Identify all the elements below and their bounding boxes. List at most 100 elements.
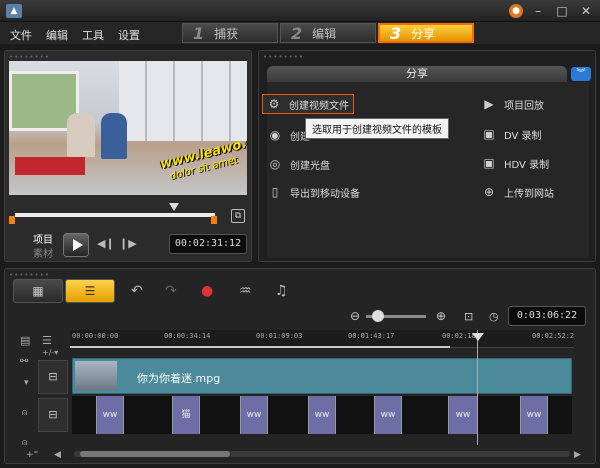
dv-record-button[interactable]: ▣ DV 录制 [480,126,542,142]
ripple-edit-icon[interactable]: ⚯ [20,356,28,367]
auto-music-icon[interactable]: ♫ [275,283,288,299]
ruler-tick: 00:02:52:2 [532,332,575,340]
create-disc-button[interactable]: ◎ 创建光盘 [266,156,330,172]
mobile-device-icon: ▯ [271,185,279,199]
next-frame-icon[interactable]: ❙▶ [119,237,137,250]
zoom-out-icon[interactable]: ⊖ [350,309,360,323]
ruler-tick: 00:00:00:00 [72,332,119,340]
share-item-label: 创建视频文件 [289,100,349,112]
menu-edit[interactable]: 编辑 [46,27,68,43]
add-track-button[interactable]: +⁼ [26,450,38,460]
trim-start-handle[interactable] [9,216,15,224]
ulead-menu-icon[interactable]: ● [509,4,523,18]
disc-icon: ◎ [269,157,281,171]
previous-frame-icon[interactable]: ◀❙ [97,237,115,250]
expand-icon[interactable]: ▾ [24,378,29,388]
share-header: 分享 [267,66,567,82]
scrub-thumb[interactable] [169,203,179,211]
preview-panel: •••••••• www.leawo.cn dolor sit amet ⧉ 项… [4,50,252,262]
timeline-scrollbar[interactable] [74,451,570,457]
overlay-track[interactable]: ww 猫 ww ww ww ww ww [72,396,572,434]
step-label: 编辑 [312,26,337,41]
overlay-clip[interactable]: ww [520,396,548,434]
undo-icon[interactable]: ↶ [131,283,143,299]
overlay-clip[interactable]: ww [240,396,268,434]
record-capture-icon[interactable]: ● [201,283,213,299]
step-number: 1 [193,23,205,43]
menu-settings[interactable]: 设置 [118,27,140,43]
video-clip[interactable]: 你为你着迷.mpg [72,358,572,394]
panel-grip[interactable]: •••••••• [9,271,50,279]
share-item-label: 导出到移动设备 [290,188,360,200]
create-video-file-button[interactable]: ⚙ 创建视频文件 [262,94,354,114]
zoom-in-icon[interactable]: ⊕ [436,309,446,323]
chapter-list-icon[interactable]: ☰ [42,334,52,347]
duration-clock-icon: ◷ [489,310,499,323]
project-duration-timecode[interactable]: 0:03:06:22 [508,306,586,326]
scene-object [15,157,85,175]
project-playback-button[interactable]: ▶ 项目回放 [480,96,544,112]
mode-clip-label[interactable]: 素材 [33,245,53,260]
workflow-steps: 1 捕获 2 编辑 3 分享 [182,22,594,44]
clip-name: 你为你着迷.mpg [137,372,221,385]
scene-person [67,113,95,157]
export-mobile-button[interactable]: ▯ 导出到移动设备 [266,184,360,200]
add-track-dropdown[interactable]: +/-▾ [42,348,58,357]
redo-icon[interactable]: ↷ [165,283,177,299]
overlay-clip[interactable]: ww [448,396,478,434]
menu-file[interactable]: 文件 [10,27,32,43]
globe-icon: ⊕ [483,185,495,199]
clip-thumbnail [75,361,117,391]
video-track-header[interactable]: ⊟ [38,360,68,394]
tab-share[interactable]: 3 分享 [378,23,474,43]
preview-timecode[interactable]: 00:02:31:12 [169,234,247,254]
step-label: 分享 [411,26,436,41]
step-number: 2 [291,23,303,43]
ruler-tick: 00:01:09:03 [256,332,303,340]
overlay-clip[interactable]: ww [374,396,402,434]
share-item-label: 项目回放 [504,100,544,112]
overlay-clip[interactable]: ww [308,396,336,434]
scroll-left-icon[interactable]: ◀ [54,450,61,460]
track-lock-icon[interactable]: ⍝ [22,438,27,448]
audio-mixer-icon[interactable]: ♒ [239,283,252,299]
playhead-line[interactable] [477,330,478,445]
menu-tools[interactable]: 工具 [82,27,104,43]
overlay-clip[interactable]: 猫 [172,396,200,434]
panel-grip[interactable]: •••••••• [263,53,304,61]
share-item-label: HDV 录制 [504,159,550,171]
scroll-right-icon[interactable]: ▶ [574,450,581,460]
trim-end-handle[interactable] [211,216,217,224]
timeline-toolbar: ▦ ☰ ↶ ↷ ● ♒ ♫ [13,279,589,305]
tab-edit[interactable]: 2 编辑 [280,23,376,43]
tab-capture[interactable]: 1 捕获 [182,23,278,43]
playhead-marker[interactable] [472,333,484,341]
panel-grip[interactable]: •••••••• [9,53,50,61]
ruler-tick: 00:00:34:14 [164,332,211,340]
play-button[interactable] [63,233,89,257]
scrollbar-thumb[interactable] [80,451,230,457]
close-button[interactable]: ✕ [578,3,594,19]
app-logo-icon: ▲ [6,4,22,18]
split-clip-icon[interactable]: ⧉ [231,209,245,223]
track-manager-icon[interactable]: ▤ [20,334,30,347]
upload-web-button[interactable]: ⊕ 上传到网站 [480,184,554,200]
timeline-view-button[interactable]: ☰ [65,279,115,303]
collapse-panel-icon[interactable]: ︾ [571,67,591,81]
track-lock-icon[interactable]: ⍝ [22,408,27,418]
share-item-label: DV 录制 [504,130,542,142]
maximize-button[interactable]: □ [554,3,570,19]
minimize-button[interactable]: – [530,3,546,19]
timeline-ruler[interactable]: 00:00:00:00 00:00:34:14 00:01:09:03 00:0… [70,330,574,348]
scrub-bar[interactable] [15,213,215,217]
overlay-clip[interactable]: ww [96,396,124,434]
create-audio-file-button[interactable]: ◉ 创建 [266,127,310,143]
fit-project-icon[interactable]: ⊡ [464,310,473,323]
mode-project-label[interactable]: 项目 [33,231,53,246]
preview-range-bar[interactable] [70,346,450,348]
hdv-record-button[interactable]: ▣ HDV 录制 [480,155,549,171]
zoom-slider-knob[interactable] [372,310,384,322]
overlay-track-header[interactable]: ⊟ [38,398,68,432]
storyboard-view-button[interactable]: ▦ [13,279,63,303]
film-reel-icon: ⚙ [268,97,280,111]
